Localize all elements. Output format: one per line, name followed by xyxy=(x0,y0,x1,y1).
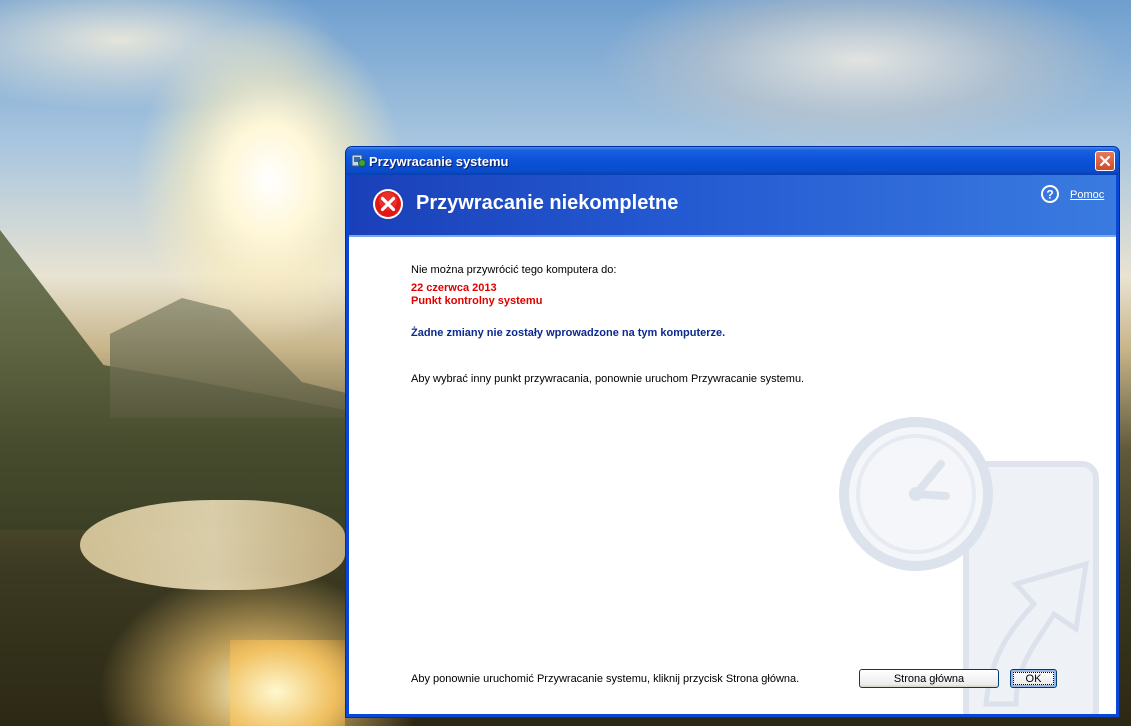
wizard-header: Przywracanie niekompletne ? Pomoc xyxy=(349,175,1116,235)
home-button[interactable]: Strona główna xyxy=(859,669,999,688)
ok-button[interactable]: OK xyxy=(1010,669,1057,688)
wallpaper-sun-reflection xyxy=(230,640,345,726)
system-restore-icon xyxy=(351,153,366,168)
no-changes-message: Żadne zmiany nie zostały wprowadzone na … xyxy=(411,327,726,339)
wizard-content: Nie można przywrócić tego komputera do: … xyxy=(349,237,1116,714)
restore-point-name: Punkt kontrolny systemu xyxy=(411,295,543,307)
title-bar[interactable]: Przywracanie systemu xyxy=(346,147,1119,175)
error-icon xyxy=(372,188,404,220)
svg-text:?: ? xyxy=(1046,188,1053,202)
wallpaper-lake xyxy=(80,500,345,590)
restore-date: 22 czerwca 2013 xyxy=(411,282,497,294)
restart-hint-text: Aby ponownie uruchomić Przywracanie syst… xyxy=(411,673,800,685)
close-button[interactable] xyxy=(1095,151,1115,171)
window-title: Przywracanie systemu xyxy=(369,154,509,169)
system-restore-window: Przywracanie systemu Przywracanie niekom… xyxy=(345,146,1120,718)
intro-text: Nie można przywrócić tego komputera do: xyxy=(411,264,617,276)
choose-other-text: Aby wybrać inny punkt przywracania, pono… xyxy=(411,373,805,385)
help-link[interactable]: Pomoc xyxy=(1070,189,1104,201)
wallpaper-mountain-peak xyxy=(110,298,350,418)
page-title: Przywracanie niekompletne xyxy=(416,192,679,214)
help-icon[interactable]: ? xyxy=(1041,185,1059,203)
close-icon xyxy=(1099,155,1111,167)
